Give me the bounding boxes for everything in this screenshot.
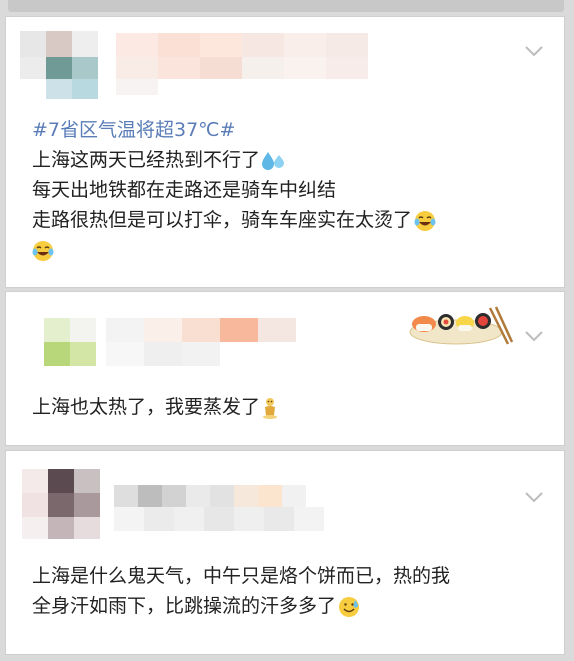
comment-body: #7省区气温将超37℃# 上海这两天已经热到不行了 每天出地铁都在走路还是骑车中… — [32, 115, 436, 265]
comment-line: 上海也太热了，我要蒸发了 — [32, 392, 278, 422]
comment-card[interactable]: 上海也太热了，我要蒸发了 — [5, 291, 565, 446]
sushi-decoration-icon — [409, 306, 514, 345]
melting-figure-emoji-icon — [263, 397, 278, 419]
chevron-down-icon[interactable] — [524, 330, 544, 342]
comment-card[interactable]: #7省区气温将超37℃# 上海这两天已经热到不行了 每天出地铁都在走路还是骑车中… — [5, 16, 565, 288]
comment-body: 上海也太热了，我要蒸发了 — [32, 392, 278, 422]
chevron-down-icon[interactable] — [524, 45, 544, 57]
hashtag-link[interactable]: #7省区气温将超37℃# — [32, 115, 436, 145]
comment-line: 每天出地铁都在走路还是骑车中纠结 — [32, 179, 337, 201]
comment-line — [32, 235, 436, 265]
blurred-avatar — [22, 469, 102, 541]
comment-line: 上海是什么鬼天气，中午只是烙个饼而已，热的我 — [32, 565, 451, 587]
comment-card[interactable]: 上海是什么鬼天气，中午只是烙个饼而已，热的我 全身汗如雨下，比跳操流的汗多多了 — [5, 450, 565, 655]
chevron-down-icon[interactable] — [524, 491, 544, 503]
blurred-avatar — [44, 318, 102, 368]
comment-line: 走路很热但是可以打伞，骑车车座实在太烫了 — [32, 205, 436, 235]
laughing-tears-emoji-icon — [32, 240, 54, 261]
comment-body: 上海是什么鬼天气，中午只是烙个饼而已，热的我 全身汗如雨下，比跳操流的汗多多了 — [32, 561, 450, 621]
blurred-username — [116, 33, 386, 95]
laughing-tears-emoji-icon — [414, 210, 436, 231]
previous-card-edge — [8, 0, 564, 12]
comment-line: 上海这两天已经热到不行了 — [32, 145, 436, 175]
comment-line: 全身汗如雨下，比跳操流的汗多多了 — [32, 591, 450, 621]
blurred-username — [114, 485, 344, 541]
blurred-avatar — [20, 31, 100, 101]
comment-feed: #7省区气温将超37℃# 上海这两天已经热到不行了 每天出地铁都在走路还是骑车中… — [0, 0, 574, 661]
grinning-sweat-emoji-icon — [339, 596, 360, 617]
sweat-droplets-icon — [262, 151, 285, 170]
blurred-username — [106, 318, 306, 370]
